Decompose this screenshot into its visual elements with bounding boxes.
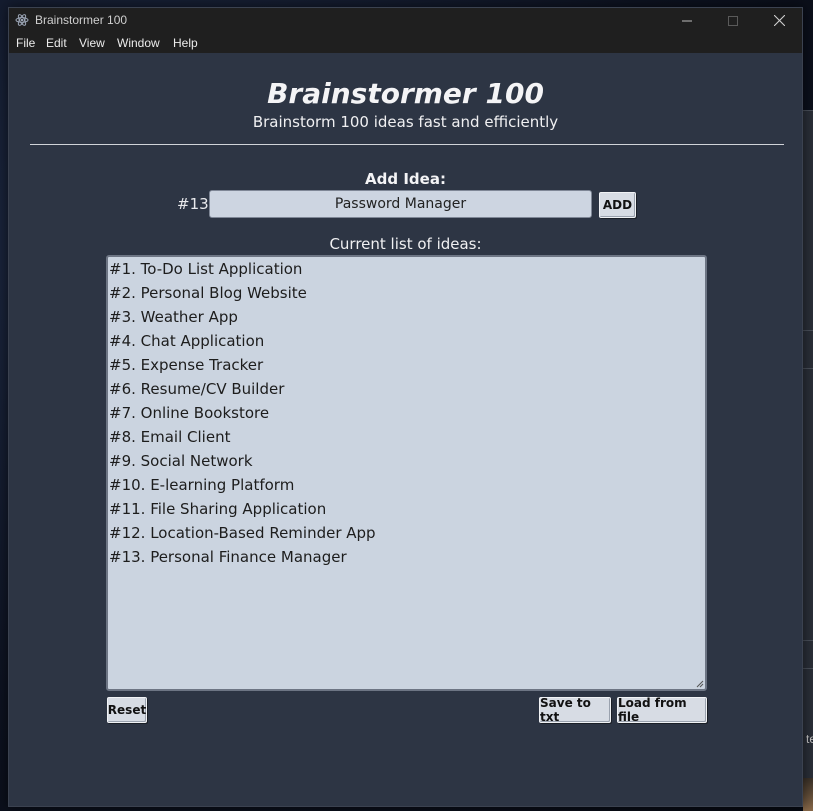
add-idea-label: Add Idea: — [365, 170, 446, 188]
app-window: Brainstormer 100 File Edit View Window H… — [8, 7, 803, 807]
menu-window[interactable]: Window — [117, 36, 160, 50]
idea-list-item: #8. Email Client — [109, 428, 231, 446]
idea-list-item: #11. File Sharing Application — [109, 500, 327, 518]
menu-edit[interactable]: Edit — [46, 36, 67, 50]
idea-list-item: #13. Personal Finance Manager — [109, 548, 347, 566]
idea-list-item: #3. Weather App — [109, 308, 238, 326]
menu-view[interactable]: View — [79, 36, 105, 50]
menu-help[interactable]: Help — [173, 36, 198, 50]
idea-list-item: #6. Resume/CV Builder — [109, 380, 285, 398]
idea-input[interactable] — [209, 190, 592, 218]
idea-number: #13 — [177, 195, 209, 213]
app-content: Brainstormer 100 Brainstorm 100 ideas fa… — [9, 53, 802, 806]
maximize-button[interactable] — [710, 8, 756, 33]
app-heading: Brainstormer 100 — [267, 77, 544, 110]
idea-list-item: #10. E-learning Platform — [109, 476, 295, 494]
window-title: Brainstormer 100 — [35, 13, 128, 27]
idea-list[interactable]: #1. To-Do List Application #2. Personal … — [106, 255, 707, 691]
background-image-fragment — [803, 778, 813, 811]
add-button[interactable]: ADD — [599, 192, 636, 218]
menu-bar: File Edit View Window Help — [9, 33, 802, 53]
desktop-background-strip: te — [803, 110, 813, 811]
maximize-icon — [728, 15, 738, 26]
menu-file[interactable]: File — [16, 36, 35, 50]
reset-button[interactable]: Reset — [107, 697, 147, 723]
idea-list-item: #5. Expense Tracker — [109, 356, 264, 374]
title-bar[interactable]: Brainstormer 100 — [9, 8, 802, 33]
divider — [30, 144, 784, 145]
idea-list-label: Current list of ideas: — [329, 235, 482, 253]
idea-list-item: #4. Chat Application — [109, 332, 265, 350]
idea-list-item: #2. Personal Blog Website — [109, 284, 307, 302]
close-button[interactable] — [756, 8, 802, 33]
idea-list-item: #9. Social Network — [109, 452, 253, 470]
electron-atom-icon — [15, 14, 29, 26]
idea-list-item: #1. To-Do List Application — [109, 260, 303, 278]
close-icon — [773, 15, 785, 26]
app-subtitle: Brainstorm 100 ideas fast and efficientl… — [252, 113, 559, 131]
load-from-file-button[interactable]: Load from file — [617, 696, 707, 724]
resize-grip-icon[interactable] — [694, 678, 704, 688]
minimize-button[interactable] — [664, 8, 710, 33]
save-to-txt-button[interactable]: Save to txt — [539, 696, 611, 724]
idea-list-item: #12. Location-Based Reminder App — [109, 524, 376, 542]
minimize-icon — [682, 20, 692, 21]
idea-list-item: #7. Online Bookstore — [109, 404, 270, 422]
background-partial-text: te — [806, 732, 813, 746]
